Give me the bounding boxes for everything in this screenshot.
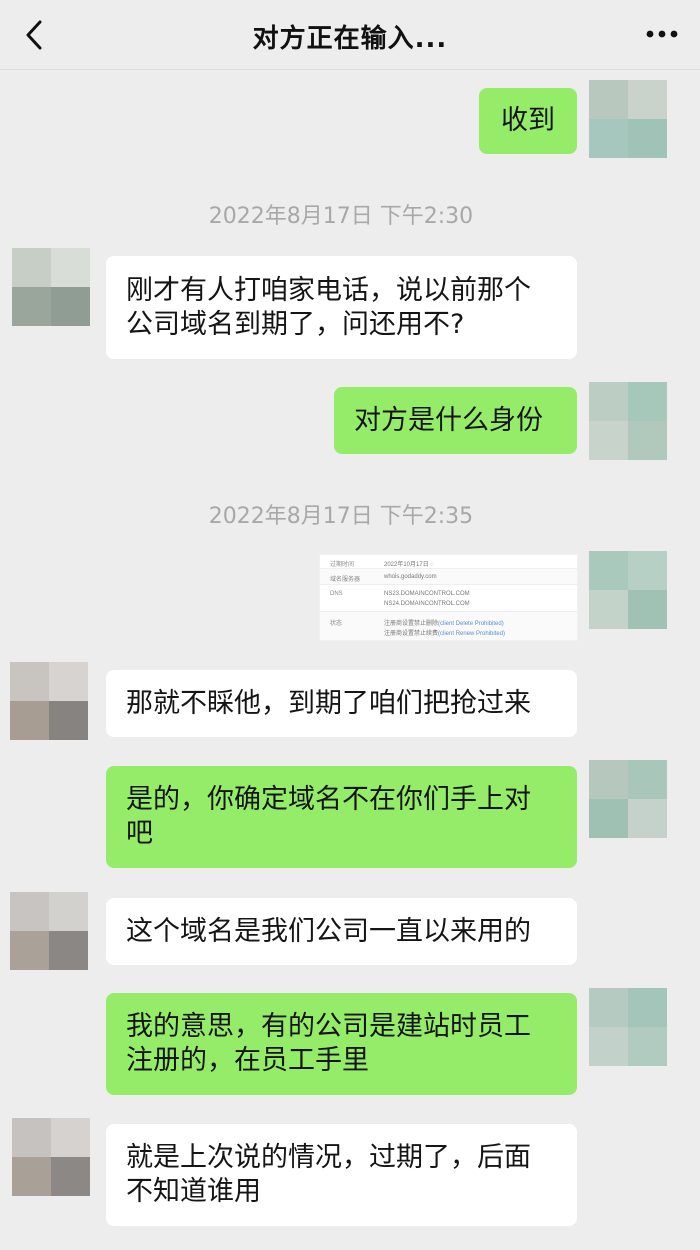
avatar-self[interactable]: [589, 760, 667, 838]
screenshot-row: 域名服务器 whois.godaddy.com: [320, 569, 577, 585]
message-bubble-outgoing[interactable]: 是的，你确定域名不在你们手上对吧: [106, 766, 577, 868]
avatar-self[interactable]: [589, 80, 667, 158]
screenshot-row: DNS NS23.DOMAINCONTROL.COM NS24.DOMAINCO…: [320, 585, 577, 612]
avatar-self[interactable]: [589, 382, 667, 460]
message-bubble-incoming[interactable]: 刚才有人打咱家电话，说以前那个公司域名到期了，问还用不?: [106, 256, 577, 359]
avatar-contact[interactable]: [12, 248, 90, 326]
message-bubble-outgoing[interactable]: 我的意思，有的公司是建站时员工注册的，在员工手里: [106, 993, 577, 1095]
message-bubble-outgoing[interactable]: 收到: [479, 88, 577, 154]
message-bubble-outgoing[interactable]: 对方是什么身份: [334, 387, 577, 454]
message-bubble-incoming[interactable]: 这个域名是我们公司一直以来用的: [106, 898, 577, 965]
screenshot-row: 过期时间 2022年10月17日 ◌: [320, 555, 577, 569]
chat-header: 对方正在输入...: [0, 0, 700, 70]
message-bubble-incoming[interactable]: 那就不睬他，到期了咱们把抢过来: [106, 670, 577, 737]
more-dots-icon[interactable]: [642, 22, 682, 46]
screenshot-row: 状态 注册商设置禁止删除(client Delete Prohibited) 注…: [320, 612, 577, 640]
avatar-contact[interactable]: [12, 1118, 90, 1196]
avatar-contact[interactable]: [10, 892, 88, 970]
timestamp: 2022年8月17日 下午2:35: [208, 504, 474, 529]
message-bubble-incoming[interactable]: 就是上次说的情况，过期了，后面不知道谁用: [106, 1124, 577, 1226]
avatar-self[interactable]: [589, 988, 667, 1066]
image-message-whois-screenshot[interactable]: 过期时间 2022年10月17日 ◌ 域名服务器 whois.godaddy.c…: [320, 555, 577, 640]
chat-title: 对方正在输入...: [252, 24, 448, 54]
avatar-self[interactable]: [589, 551, 667, 629]
avatar-contact[interactable]: [10, 662, 88, 740]
timestamp: 2022年8月17日 下午2:30: [208, 204, 474, 229]
